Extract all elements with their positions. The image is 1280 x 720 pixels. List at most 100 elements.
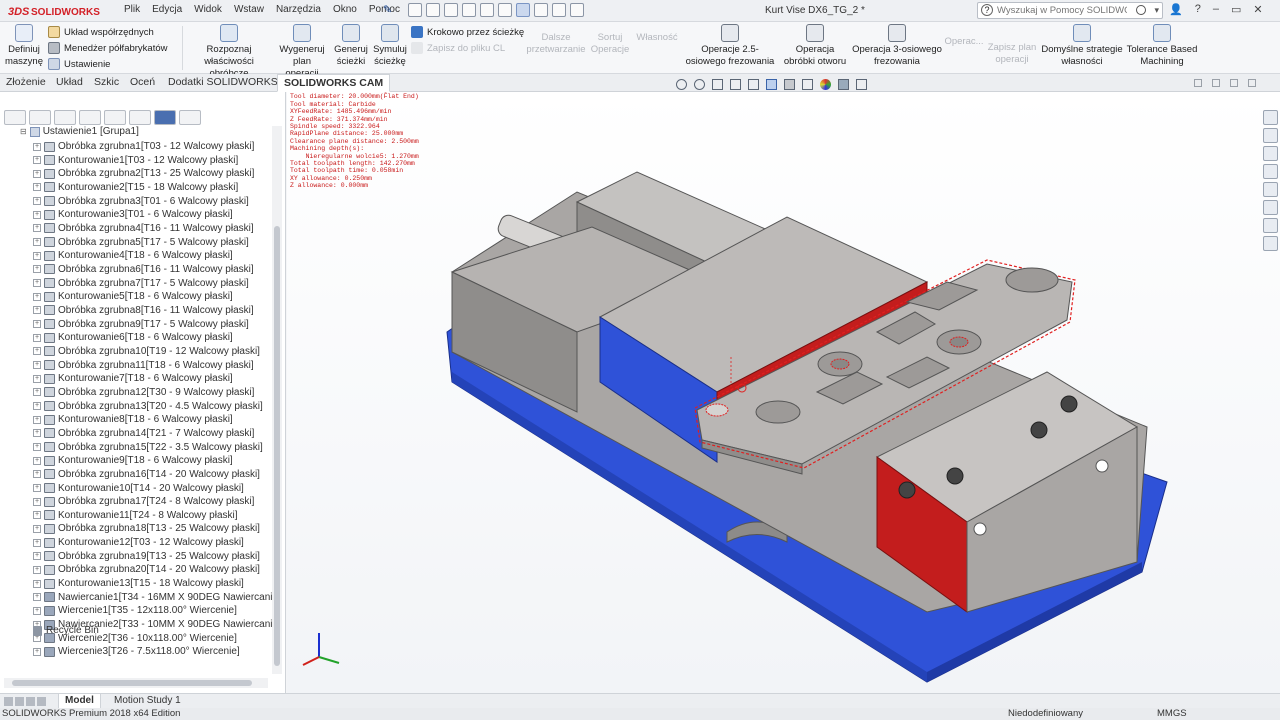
tab-solidworks-cam[interactable]: SOLIDWORKS CAM (277, 74, 391, 92)
setup-button[interactable]: Ustawienie (48, 58, 110, 70)
save-icon[interactable] (462, 3, 476, 17)
viewport-maximize-icon[interactable] (1230, 79, 1238, 87)
expand-icon[interactable]: + (33, 511, 41, 520)
tbm-button[interactable]: Tolerance Based Machining (1126, 24, 1198, 68)
zoom-to-fit-icon[interactable] (676, 79, 687, 90)
home-icon[interactable] (1263, 110, 1278, 125)
file-properties-icon[interactable] (552, 3, 566, 17)
expand-icon[interactable]: + (33, 538, 41, 547)
expand-icon[interactable]: + (33, 429, 41, 438)
apply-scene-icon[interactable] (838, 79, 849, 90)
tree-item[interactable]: + Obróbka zgrubna13[T20 - 4.5 Walcowy pła… (33, 400, 263, 413)
tree-item[interactable]: + Konturowanie7[T18 - 6 Walcowy płaski] (33, 372, 233, 385)
help-icon[interactable]: ? (1195, 3, 1201, 16)
view-settings-icon[interactable] (856, 79, 867, 90)
tree-item[interactable]: + Obróbka zgrubna8[T16 - 11 Walcowy płask… (33, 304, 254, 317)
tree-item[interactable]: + Obróbka zgrubna7[T17 - 5 Walcowy płaski… (33, 277, 249, 290)
display-manager-tab-icon[interactable] (104, 110, 126, 125)
menu-insert[interactable]: Wstaw (228, 4, 270, 15)
expand-icon[interactable]: + (33, 183, 41, 192)
tree-item[interactable]: + Konturowanie12[T03 - 12 Walcowy płaski] (33, 536, 244, 549)
expand-icon[interactable]: + (33, 224, 41, 233)
property-manager-tab-icon[interactable] (29, 110, 51, 125)
menu-tools[interactable]: Narzędzia (270, 4, 327, 15)
expand-icon[interactable]: + (33, 456, 41, 465)
help-search-box[interactable]: ? ▾ (977, 2, 1163, 19)
expand-icon[interactable]: + (33, 388, 41, 397)
expand-icon[interactable]: + (33, 238, 41, 247)
tree-item[interactable]: + Konturowanie4[T18 - 6 Walcowy płaski] (33, 249, 233, 262)
expand-icon[interactable]: + (33, 279, 41, 288)
tree-item[interactable]: + Obróbka zgrubna4[T16 - 11 Walcowy płask… (33, 222, 254, 235)
open-folder-icon[interactable] (444, 3, 458, 17)
tab-addins[interactable]: Dodatki SOLIDWORKS (162, 74, 284, 92)
expand-icon[interactable]: + (33, 306, 41, 315)
expand-icon[interactable]: + (33, 443, 41, 452)
zoom-area-icon[interactable] (694, 79, 705, 90)
stock-manager-button[interactable]: Menedżer półfabrykatów (48, 42, 168, 54)
section-view-icon[interactable] (730, 79, 741, 90)
hide-show-icon[interactable] (802, 79, 813, 90)
maximize-icon[interactable]: ▭ (1231, 3, 1241, 16)
features-button[interactable]: Własność (634, 32, 680, 44)
tree-item[interactable]: + Obróbka zgrubna16[T14 - 20 Walcowy płas… (33, 468, 260, 481)
collapse-icon[interactable]: ⊟ (20, 127, 27, 136)
custom-properties-icon[interactable] (1263, 200, 1278, 215)
cam-feature-tree-tab-icon[interactable] (129, 110, 151, 125)
generate-plan-button[interactable]: Wygeneruj plan operacji (276, 24, 328, 80)
appearances-icon[interactable] (1263, 182, 1278, 197)
tree-item[interactable]: + Obróbka zgrubna9[T17 - 5 Walcowy płaski… (33, 318, 249, 331)
viewport-restore-icon[interactable] (1194, 79, 1202, 87)
tree-item[interactable]: + Konturowanie3[T01 - 6 Walcowy płaski] (33, 208, 233, 221)
expand-icon[interactable]: + (33, 647, 41, 656)
tab-layout[interactable]: Układ (50, 74, 89, 92)
next-tab-icon[interactable] (26, 697, 35, 706)
feature-tree-tab-icon[interactable] (4, 110, 26, 125)
vise-3d-model[interactable] (287, 92, 1280, 693)
display-style-icon[interactable] (784, 79, 795, 90)
expand-icon[interactable]: + (33, 565, 41, 574)
tree-item[interactable]: + Konturowanie11[T24 - 8 Walcowy płaski] (33, 509, 238, 522)
expand-icon[interactable]: + (33, 265, 41, 274)
first-tab-icon[interactable] (4, 697, 13, 706)
tree-item[interactable]: + Obróbka zgrubna14[T21 - 7 Walcowy płask… (33, 427, 254, 440)
expand-icon[interactable]: + (33, 142, 41, 151)
ops-more-button[interactable]: Operac... (944, 36, 984, 48)
expand-icon[interactable]: + (33, 347, 41, 356)
traffic-light-icon[interactable] (534, 3, 548, 17)
tree-item[interactable]: + Obróbka zgrubna15[T22 - 3.5 Walcowy pła… (33, 441, 263, 454)
cam-operation-tree-tab-icon[interactable] (154, 110, 176, 125)
post-process-button[interactable]: Dalsze przetwarzanie (526, 32, 586, 56)
tree-item[interactable]: + Obróbka zgrubna12[T30 - 9 Walcowy płask… (33, 386, 254, 399)
expand-icon[interactable]: + (33, 606, 41, 615)
expand-icon[interactable]: + (33, 251, 41, 260)
expand-icon[interactable]: + (33, 169, 41, 178)
ops-3axis-button[interactable]: Operacja 3-osiowego frezowania (852, 24, 942, 68)
save-plan-button[interactable]: Zapisz plan operacji (986, 42, 1038, 66)
expand-icon[interactable]: + (33, 579, 41, 588)
file-explorer-icon[interactable] (1263, 146, 1278, 161)
last-tab-icon[interactable] (37, 697, 46, 706)
tab-model[interactable]: Model (58, 694, 101, 709)
select-arrow-icon[interactable] (516, 3, 530, 17)
expand-icon[interactable]: + (33, 156, 41, 165)
expand-icon[interactable]: + (33, 497, 41, 506)
tree-item[interactable]: + Obróbka zgrubna2[T13 - 25 Walcowy płask… (33, 167, 254, 180)
chevron-down-icon[interactable]: ▾ (1154, 5, 1159, 16)
tree-vertical-scrollbar[interactable] (272, 126, 282, 674)
cam-icon[interactable] (1263, 236, 1278, 251)
tree-item[interactable]: + Konturowanie6[T18 - 6 Walcowy płaski] (33, 331, 233, 344)
new-document-icon[interactable] (426, 3, 440, 17)
expand-icon[interactable]: + (33, 593, 41, 602)
expand-icon[interactable]: + (33, 415, 41, 424)
menu-view[interactable]: Widok (188, 4, 228, 15)
edit-appearance-icon[interactable] (820, 79, 831, 90)
expand-icon[interactable]: + (33, 333, 41, 342)
tree-item[interactable]: + Konturowanie13[T15 - 18 Walcowy płaski] (33, 577, 244, 590)
recycle-bin-node[interactable]: Recycle Bin (33, 625, 99, 636)
tree-item[interactable]: + Obróbka zgrubna5[T17 - 5 Walcowy płaski… (33, 236, 249, 249)
expand-icon[interactable]: + (33, 524, 41, 533)
tree-item[interactable]: + Obróbka zgrubna19[T13 - 25 Walcowy płas… (33, 550, 260, 563)
tree-item[interactable]: + Konturowanie8[T18 - 6 Walcowy płaski] (33, 413, 233, 426)
tree-item[interactable]: + Obróbka zgrubna3[T01 - 6 Walcowy płaski… (33, 195, 249, 208)
